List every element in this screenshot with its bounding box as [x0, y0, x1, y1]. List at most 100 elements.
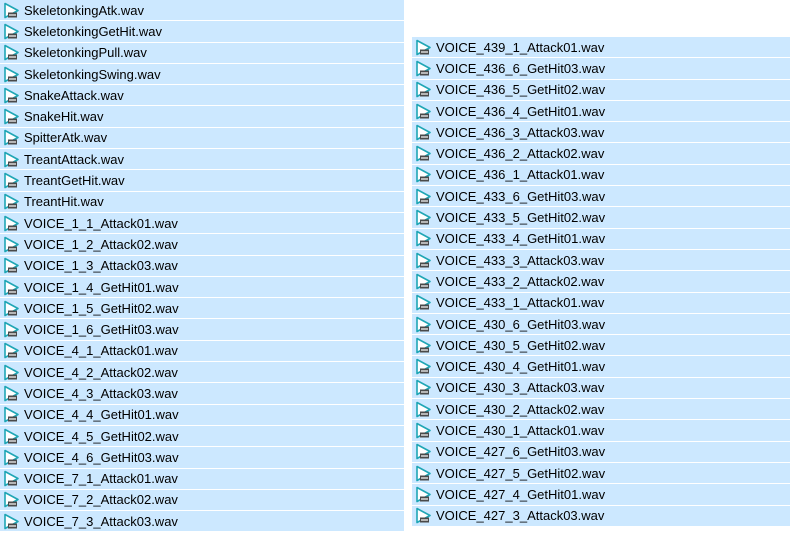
file-name: TreantGetHit.wav: [24, 173, 125, 189]
file-row[interactable]: SnakeAttack.wav: [0, 85, 404, 107]
wav-audio-file-icon: [4, 108, 19, 125]
wav-audio-file-icon: [416, 167, 431, 183]
file-row[interactable]: VOICE_433_6_GetHit03.wav: [412, 186, 790, 208]
wav-audio-file-icon: [4, 343, 19, 359]
file-name: VOICE_427_3_Attack03.wav: [436, 508, 605, 524]
file-row[interactable]: SkeletonkingGetHit.wav: [0, 21, 404, 43]
file-name: VOICE_4_1_Attack01.wav: [24, 343, 178, 359]
file-name: VOICE_1_5_GetHit02.wav: [24, 300, 179, 316]
wav-audio-file-icon: [4, 44, 19, 61]
file-row[interactable]: SpitterAtk.wav: [0, 127, 404, 150]
wav-audio-file-icon: [416, 294, 431, 311]
wav-audio-file-icon: [4, 279, 19, 295]
file-row[interactable]: VOICE_427_5_GetHit02.wav: [412, 462, 790, 485]
file-row[interactable]: VOICE_433_5_GetHit02.wav: [412, 207, 790, 229]
file-name: VOICE_7_3_Attack03.wav: [24, 513, 178, 529]
wav-audio-file-icon: [4, 66, 19, 82]
file-row[interactable]: SnakeHit.wav: [0, 106, 404, 128]
wav-audio-file-icon: [4, 385, 19, 402]
file-row[interactable]: TreantAttack.wav: [0, 149, 404, 171]
file-row[interactable]: VOICE_439_1_Attack01.wav: [412, 37, 790, 59]
file-name: VOICE_4_5_GetHit02.wav: [24, 428, 179, 444]
file-name: VOICE_4_6_GetHit03.wav: [24, 449, 179, 465]
file-row[interactable]: VOICE_436_3_Attack03.wav: [412, 122, 790, 144]
file-row[interactable]: SkeletonkingPull.wav: [0, 42, 404, 64]
wav-audio-file-icon: [416, 103, 431, 119]
file-name: VOICE_1_6_GetHit03.wav: [24, 322, 179, 338]
file-name: SkeletonkingAtk.wav: [24, 2, 144, 18]
file-row[interactable]: VOICE_7_2_Attack02.wav: [0, 489, 404, 512]
file-name: SnakeAttack.wav: [24, 87, 124, 103]
wav-audio-file-icon: [416, 81, 431, 98]
file-row[interactable]: VOICE_7_1_Attack01.wav: [0, 468, 404, 490]
file-row[interactable]: VOICE_427_6_GetHit03.wav: [412, 441, 790, 463]
file-list-right: VOICE_439_1_Attack01.wav VOICE_436_6_Get…: [412, 37, 790, 527]
file-row[interactable]: VOICE_430_6_GetHit03.wav: [412, 313, 790, 336]
file-name: VOICE_4_2_Attack02.wav: [24, 364, 178, 380]
file-name: VOICE_1_2_Attack02.wav: [24, 236, 178, 252]
file-row[interactable]: VOICE_430_1_Attack01.wav: [412, 420, 790, 442]
wav-audio-file-icon: [416, 273, 431, 290]
wav-audio-file-icon: [416, 60, 431, 77]
file-row[interactable]: VOICE_1_1_Attack01.wav: [0, 212, 404, 235]
file-row[interactable]: SkeletonkingAtk.wav: [0, 0, 404, 22]
file-row[interactable]: VOICE_1_6_GetHit03.wav: [0, 319, 404, 341]
file-name: VOICE_427_6_GetHit03.wav: [436, 444, 606, 460]
file-name: VOICE_1_4_GetHit01.wav: [24, 279, 179, 295]
file-row[interactable]: VOICE_436_5_GetHit02.wav: [412, 79, 790, 101]
wav-audio-file-icon: [4, 23, 19, 40]
file-row[interactable]: VOICE_436_2_Attack02.wav: [412, 143, 790, 165]
file-row[interactable]: VOICE_4_1_Attack01.wav: [0, 340, 404, 363]
wav-audio-file-icon: [4, 321, 19, 338]
file-name: VOICE_433_4_GetHit01.wav: [436, 231, 606, 247]
file-row[interactable]: VOICE_436_4_GetHit01.wav: [412, 100, 790, 123]
file-name: VOICE_436_2_Attack02.wav: [436, 146, 605, 162]
file-name: VOICE_433_1_Attack01.wav: [436, 295, 605, 311]
file-name: VOICE_4_3_Attack03.wav: [24, 385, 178, 401]
file-row[interactable]: VOICE_427_4_GetHit01.wav: [412, 484, 790, 506]
file-row[interactable]: TreantHit.wav: [0, 191, 404, 213]
wav-audio-file-icon: [416, 209, 431, 226]
file-row[interactable]: VOICE_7_3_Attack03.wav: [0, 511, 404, 533]
file-row[interactable]: VOICE_4_5_GetHit02.wav: [0, 425, 404, 448]
wav-audio-file-icon: [416, 358, 431, 375]
file-row[interactable]: VOICE_430_5_GetHit02.wav: [412, 335, 790, 357]
file-row[interactable]: VOICE_430_3_Attack03.wav: [412, 377, 790, 400]
wav-audio-file-icon: [416, 316, 431, 332]
file-row[interactable]: VOICE_4_2_Attack02.wav: [0, 362, 404, 384]
file-row[interactable]: VOICE_436_6_GetHit03.wav: [412, 58, 790, 80]
wav-audio-file-icon: [4, 513, 19, 530]
file-row[interactable]: VOICE_1_5_GetHit02.wav: [0, 298, 404, 320]
wav-audio-file-icon: [4, 470, 19, 487]
file-row[interactable]: VOICE_433_3_Attack03.wav: [412, 249, 790, 272]
file-name: SkeletonkingPull.wav: [24, 45, 147, 61]
file-row[interactable]: TreantGetHit.wav: [0, 170, 404, 192]
file-row[interactable]: VOICE_4_3_Attack03.wav: [0, 383, 404, 405]
file-row[interactable]: VOICE_433_1_Attack01.wav: [412, 292, 790, 314]
file-row[interactable]: VOICE_436_1_Attack01.wav: [412, 164, 790, 187]
file-name: VOICE_430_5_GetHit02.wav: [436, 337, 606, 353]
file-row[interactable]: VOICE_1_3_Attack03.wav: [0, 255, 404, 277]
file-row[interactable]: VOICE_430_2_Attack02.wav: [412, 399, 790, 421]
wav-audio-file-icon: [416, 145, 431, 162]
file-row[interactable]: SkeletonkingSwing.wav: [0, 63, 404, 86]
file-row[interactable]: VOICE_433_4_GetHit01.wav: [412, 228, 790, 250]
wav-audio-file-icon: [416, 252, 431, 268]
wav-audio-file-icon: [4, 492, 19, 508]
file-row[interactable]: VOICE_427_3_Attack03.wav: [412, 505, 790, 527]
file-name: VOICE_430_2_Attack02.wav: [436, 401, 605, 417]
file-name: VOICE_1_3_Attack03.wav: [24, 258, 178, 274]
wav-audio-file-icon: [416, 422, 431, 439]
file-name: TreantAttack.wav: [24, 151, 124, 167]
file-row[interactable]: VOICE_4_4_GetHit01.wav: [0, 404, 404, 426]
wav-audio-file-icon: [4, 300, 19, 317]
file-name: SkeletonkingSwing.wav: [24, 66, 161, 82]
file-row[interactable]: VOICE_433_2_Attack02.wav: [412, 271, 790, 293]
file-row[interactable]: VOICE_4_6_GetHit03.wav: [0, 447, 404, 469]
wav-audio-file-icon: [416, 188, 431, 205]
file-row[interactable]: VOICE_1_4_GetHit01.wav: [0, 276, 404, 299]
file-name: VOICE_439_1_Attack01.wav: [436, 39, 605, 55]
file-row[interactable]: VOICE_430_4_GetHit01.wav: [412, 356, 790, 378]
file-row[interactable]: VOICE_1_2_Attack02.wav: [0, 234, 404, 256]
file-name: SnakeHit.wav: [24, 109, 104, 125]
